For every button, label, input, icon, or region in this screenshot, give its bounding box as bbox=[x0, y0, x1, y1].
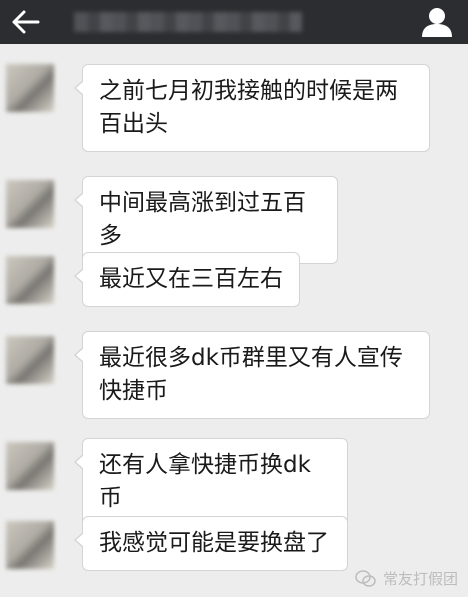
top-navigation-bar bbox=[0, 0, 468, 44]
avatar[interactable] bbox=[6, 64, 54, 112]
watermark: 常友打假团 bbox=[355, 568, 458, 589]
avatar[interactable] bbox=[6, 180, 54, 228]
watermark-text: 常友打假团 bbox=[382, 570, 458, 588]
back-arrow-icon bbox=[12, 10, 40, 34]
message-text: 中间最高涨到过五百多 bbox=[99, 190, 306, 249]
message-text: 最近很多dk币群里又有人宣传快捷币 bbox=[99, 345, 403, 404]
message-bubble[interactable]: 中间最高涨到过五百多 bbox=[74, 176, 338, 264]
avatar[interactable] bbox=[6, 521, 54, 569]
message-text: 之前七月初我接触的时候是两百出头 bbox=[99, 78, 398, 137]
message-bubble[interactable]: 最近又在三百左右 bbox=[74, 252, 300, 307]
message-text: 最近又在三百左右 bbox=[99, 266, 283, 292]
back-button[interactable] bbox=[6, 4, 46, 40]
person-icon bbox=[422, 8, 452, 37]
message-list[interactable]: 之前七月初我接触的时候是两百出头 中间最高涨到过五百多 最近又在三百左右 最近很… bbox=[0, 44, 468, 597]
chat-title-blurred bbox=[74, 12, 302, 32]
message-bubble[interactable]: 我感觉可能是要换盘了 bbox=[74, 516, 348, 571]
avatar[interactable] bbox=[6, 442, 54, 490]
wechat-icon bbox=[355, 569, 376, 587]
message-bubble[interactable]: 最近很多dk币群里又有人宣传快捷币 bbox=[74, 331, 430, 419]
avatar[interactable] bbox=[6, 256, 54, 304]
message-bubble[interactable]: 还有人拿快捷币换dk币 bbox=[74, 438, 348, 526]
chat-info-button[interactable] bbox=[418, 5, 456, 39]
message-bubble[interactable]: 之前七月初我接触的时候是两百出头 bbox=[74, 64, 430, 152]
avatar[interactable] bbox=[6, 336, 54, 384]
message-text: 我感觉可能是要换盘了 bbox=[99, 530, 329, 556]
message-text: 还有人拿快捷币换dk币 bbox=[99, 452, 311, 511]
